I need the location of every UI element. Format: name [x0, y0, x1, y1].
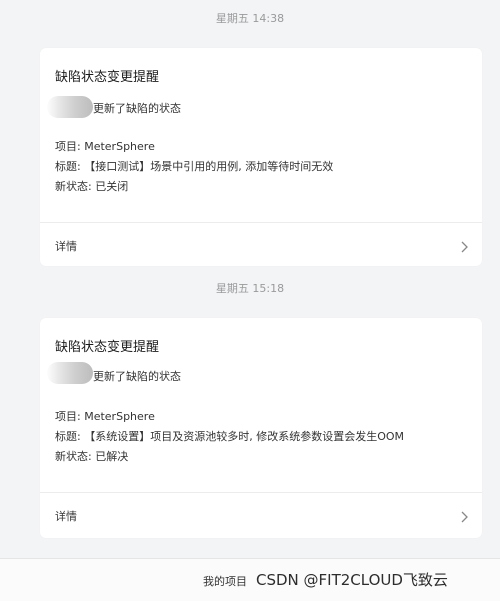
project-label: 项目: — [55, 410, 81, 423]
details-link[interactable]: 详情 — [55, 508, 77, 524]
status-label: 新状态: — [55, 450, 92, 463]
project-value: MeterSphere — [84, 410, 155, 423]
subject-label: 标题: — [55, 430, 81, 443]
message-timestamp: 星期五 14:38 — [215, 12, 285, 25]
avatar — [47, 96, 93, 118]
project-field: 项目: MeterSphere — [55, 408, 155, 424]
status-label: 新状态: — [55, 180, 92, 193]
subject-value: 【系统设置】项目及资源池较多时, 修改系统参数设置会发生OOM — [84, 430, 405, 443]
divider — [40, 492, 482, 493]
notification-card[interactable]: 缺陷状态变更提醒 更新了缺陷的状态 项目: MeterSphere 标题: 【接… — [40, 48, 482, 266]
avatar — [47, 362, 93, 384]
project-label: 项目: — [55, 140, 81, 153]
watermark-text: CSDN @FIT2CLOUD飞致云 — [256, 571, 448, 589]
subject-field: 标题: 【接口测试】场景中引用的用例, 添加等待时间无效 — [55, 158, 333, 174]
subject-field: 标题: 【系统设置】项目及资源池较多时, 修改系统参数设置会发生OOM — [55, 428, 404, 444]
notification-card[interactable]: 缺陷状态变更提醒 更新了缺陷的状态 项目: MeterSphere 标题: 【系… — [40, 318, 482, 538]
menu-my-projects[interactable]: 我的项目 — [203, 573, 247, 589]
card-title: 缺陷状态变更提醒 — [55, 70, 160, 85]
status-value: 已解决 — [95, 450, 129, 463]
message-timestamp: 星期五 15:18 — [215, 282, 285, 295]
project-field: 项目: MeterSphere — [55, 138, 155, 154]
subject-value: 【接口测试】场景中引用的用例, 添加等待时间无效 — [84, 160, 334, 173]
actor-action-text: 更新了缺陷的状态 — [93, 370, 181, 383]
actor-action-text: 更新了缺陷的状态 — [93, 102, 181, 115]
status-field: 新状态: 已关闭 — [55, 178, 128, 194]
chevron-right-icon[interactable] — [461, 241, 468, 253]
subject-label: 标题: — [55, 160, 81, 173]
chevron-right-icon[interactable] — [461, 511, 468, 523]
bottom-menu-bar: 我的项目 CSDN @FIT2CLOUD飞致云 — [0, 558, 500, 601]
details-link[interactable]: 详情 — [55, 238, 77, 254]
status-value: 已关闭 — [95, 180, 129, 193]
card-title: 缺陷状态变更提醒 — [55, 340, 160, 355]
project-value: MeterSphere — [84, 140, 155, 153]
divider — [40, 222, 482, 223]
status-field: 新状态: 已解决 — [55, 448, 128, 464]
